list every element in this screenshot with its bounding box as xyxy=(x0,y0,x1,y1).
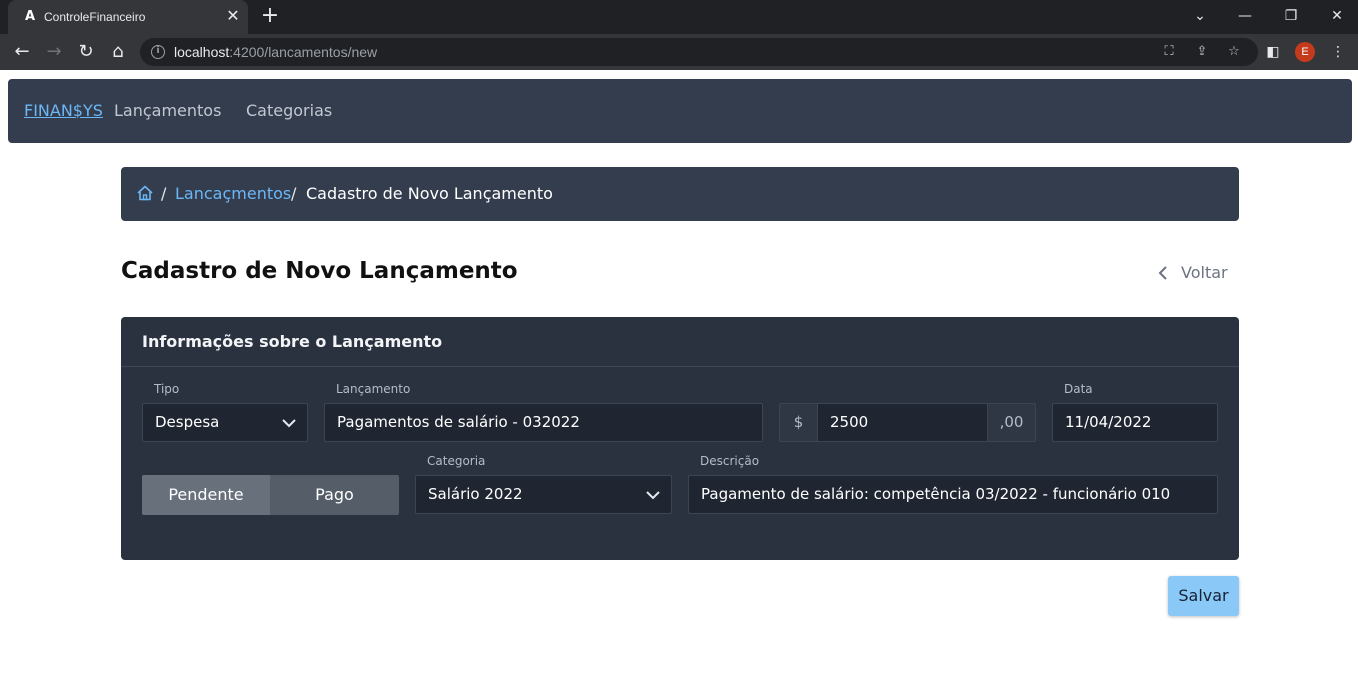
translate-icon[interactable]: ⛶ xyxy=(1159,42,1179,62)
angular-logo-icon: A xyxy=(24,9,36,24)
info-icon[interactable]: i xyxy=(151,45,165,59)
descricao-input[interactable]: Pagamento de salário: competência 03/202… xyxy=(688,475,1218,514)
lancamento-value: Pagamentos de salário - 032022 xyxy=(337,413,580,431)
browser-toolbar: ← → ↻ ⌂ i localhost:4200/lancamentos/new… xyxy=(0,34,1358,70)
bookmark-star-icon[interactable]: ☆ xyxy=(1224,42,1244,62)
valor-value: 2500 xyxy=(830,413,869,431)
profile-avatar[interactable]: E xyxy=(1295,42,1315,62)
app-navbar: FINAN$YS Lançamentos Categorias xyxy=(8,79,1352,143)
breadcrumb-separator: / xyxy=(291,184,297,203)
browser-tab[interactable]: A ControleFinanceiro ✕ xyxy=(8,0,248,34)
breadcrumb: / Lancaçmentos / Cadastro de Novo Lançam… xyxy=(121,167,1239,221)
home-icon[interactable] xyxy=(136,184,154,202)
url-text: localhost:4200/lancamentos/new xyxy=(174,44,378,60)
card-title: Informações sobre o Lançamento xyxy=(142,332,443,351)
lancamento-label: Lançamento xyxy=(336,382,411,396)
tipo-select[interactable]: Despesa xyxy=(142,403,308,442)
address-bar[interactable]: i localhost:4200/lancamentos/new ⛶ ⇪ ☆ xyxy=(140,38,1258,66)
nav-link-categorias[interactable]: Categorias xyxy=(246,100,332,122)
chevron-down-icon xyxy=(646,491,660,500)
forward-arrow-icon[interactable]: → xyxy=(42,40,66,64)
page-title: Cadastro de Novo Lançamento xyxy=(121,258,518,284)
back-arrow-icon[interactable]: ← xyxy=(10,40,34,64)
close-window-icon[interactable]: ✕ xyxy=(1325,5,1349,27)
browser-tabbar: A ControleFinanceiro ✕ + ⌄ — ❐ ✕ xyxy=(0,0,1358,34)
descricao-value: Pagamento de salário: competência 03/202… xyxy=(701,485,1171,503)
card-header: Informações sobre o Lançamento xyxy=(121,317,1239,367)
browser-menu-icon[interactable]: ⋮ xyxy=(1327,41,1349,63)
close-tab-icon[interactable]: ✕ xyxy=(224,7,242,25)
valor-input[interactable]: 2500 xyxy=(817,403,988,442)
categoria-label: Categoria xyxy=(427,454,486,468)
breadcrumb-link-lancamentos[interactable]: Lancaçmentos xyxy=(175,184,291,204)
categoria-value: Salário 2022 xyxy=(428,485,523,503)
minimize-icon[interactable]: — xyxy=(1233,5,1257,27)
data-input[interactable]: 11/04/2022 xyxy=(1052,403,1218,442)
status-pendente-button[interactable]: Pendente xyxy=(142,475,270,515)
data-label: Data xyxy=(1064,382,1093,396)
tipo-label: Tipo xyxy=(154,382,180,396)
back-label: Voltar xyxy=(1181,263,1228,282)
share-icon[interactable]: ⇪ xyxy=(1192,42,1212,62)
lancamento-input[interactable]: Pagamentos de salário - 032022 xyxy=(324,403,763,442)
chevron-down-icon xyxy=(282,419,296,428)
tipo-value: Despesa xyxy=(155,413,220,431)
categoria-select[interactable]: Salário 2022 xyxy=(415,475,672,514)
reload-icon[interactable]: ↻ xyxy=(74,40,98,64)
breadcrumb-current: Cadastro de Novo Lançamento xyxy=(306,184,553,203)
chevron-left-icon xyxy=(1158,266,1167,280)
brand-link[interactable]: FINAN$YS xyxy=(24,100,103,122)
data-value: 11/04/2022 xyxy=(1065,413,1152,431)
home-icon[interactable]: ⌂ xyxy=(106,40,130,64)
nav-link-lancamentos[interactable]: Lançamentos xyxy=(114,100,221,122)
new-tab-icon[interactable]: + xyxy=(259,5,281,28)
status-pago-button[interactable]: Pago xyxy=(270,475,399,515)
descricao-label: Descrição xyxy=(700,454,760,468)
currency-prefix: $ xyxy=(779,403,818,442)
breadcrumb-separator: / xyxy=(161,184,167,203)
cents-suffix: ,00 xyxy=(987,403,1036,442)
save-button[interactable]: Salvar xyxy=(1168,576,1239,616)
tab-search-icon[interactable]: ⌄ xyxy=(1188,5,1212,27)
restore-icon[interactable]: ❐ xyxy=(1279,5,1303,27)
tab-title: ControleFinanceiro xyxy=(44,10,146,24)
side-panel-icon[interactable]: ◧ xyxy=(1262,41,1284,63)
